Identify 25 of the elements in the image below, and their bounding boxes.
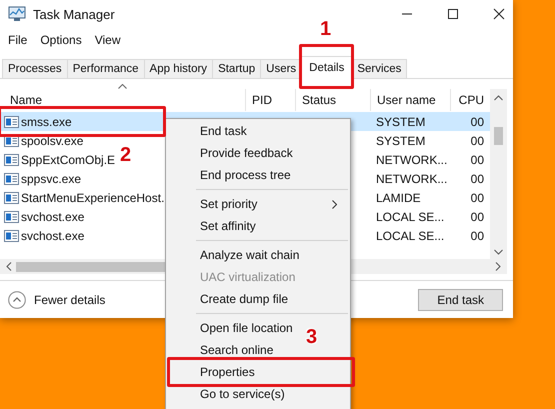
table-cell-text: 00 — [470, 210, 485, 224]
table-cell-text: NETWORK... — [375, 172, 448, 186]
table-cell: 00 — [450, 112, 490, 131]
table-cell-text: 00 — [470, 152, 485, 166]
process-name: smss.exe — [21, 114, 72, 128]
step-number: 3 — [306, 326, 318, 349]
table-cell: SYSTEM — [370, 112, 450, 131]
table-cell-text: SYSTEM — [375, 134, 426, 148]
process-name: StartMenuExperienceHost. — [21, 190, 164, 204]
process-name: svchost.exe — [21, 210, 84, 224]
table-cell-text: LAMIDE — [375, 190, 422, 204]
process-name: spoolsv.exe — [21, 134, 84, 148]
process-name: sppsvc.exe — [21, 172, 82, 186]
process-name: svchost.exe — [21, 228, 84, 242]
table-cell-text: 00 — [470, 134, 485, 148]
window-title: Task Manager — [33, 6, 115, 22]
table-cell-text: NETWORK... — [375, 152, 448, 166]
process-name: SppExtComObj.E — [21, 152, 116, 166]
table-cell-text: LOCAL SE... — [375, 210, 446, 224]
step-number: 1 — [320, 18, 332, 41]
table-cell-text: 00 — [470, 172, 485, 186]
table-cell-text: LOCAL SE... — [375, 228, 446, 242]
step-number: 2 — [120, 144, 132, 167]
table-cell-text: 00 — [470, 190, 485, 204]
table-cell-text: 00 — [470, 228, 485, 242]
